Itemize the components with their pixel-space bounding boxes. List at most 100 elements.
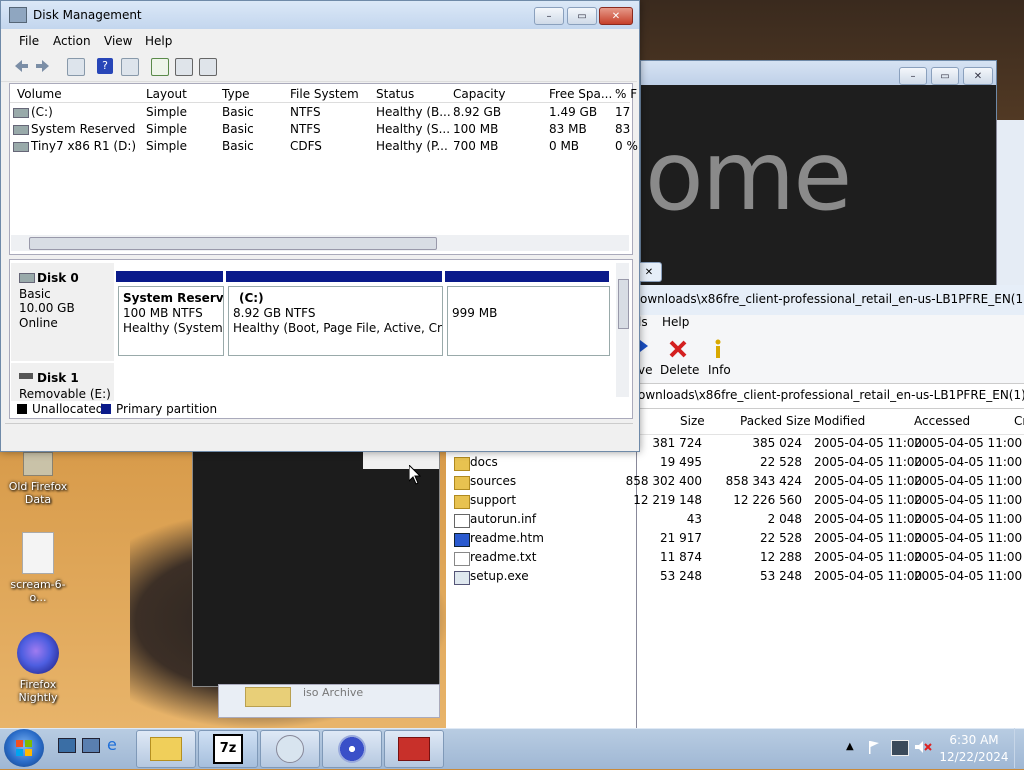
- col-size[interactable]: Size: [680, 414, 705, 428]
- vertical-scrollbar[interactable]: [616, 263, 629, 397]
- volume-row[interactable]: System Reserved Simple Basic NTFS Healthy (S…: [11, 121, 633, 138]
- partition-unallocated-999[interactable]: 999 MB: [447, 286, 610, 356]
- disk1-info[interactable]: Disk 1 Removable (E:): [11, 363, 114, 401]
- iso-archive-label: iso Archive: [303, 686, 364, 699]
- minimize-button[interactable]: –: [534, 7, 564, 25]
- firefox-nightly-icon: [17, 632, 59, 674]
- taskbar-explorer[interactable]: [136, 730, 196, 768]
- desktop-icon-firefox-nightly[interactable]: Firefox Nightly: [2, 632, 74, 704]
- cell-layout: Simple: [146, 105, 187, 119]
- 7zip-address-bar[interactable]: ownloads\x86fre_client-professional_reta…: [636, 384, 1024, 409]
- show-desktop-button[interactable]: [1014, 728, 1024, 768]
- partition-bar: [445, 271, 609, 282]
- minimize-button[interactable]: –: [899, 67, 927, 85]
- welcome-titlebar[interactable]: – ▭ ✕: [641, 61, 996, 85]
- volume-row[interactable]: (C:) Simple Basic NTFS Healthy (B... 8.92 GB 1…: [11, 104, 633, 121]
- file-row[interactable]: readme.txt 11 874 12 288 2005-04-05 11:00 20…: [446, 548, 1024, 567]
- file-row[interactable]: docs 19 495 22 528 2005-04-05 11:00 2005-04-…: [446, 453, 1024, 472]
- menu-view[interactable]: View: [104, 34, 132, 48]
- col-layout[interactable]: Layout: [146, 87, 187, 101]
- col-modified[interactable]: Modified: [814, 414, 865, 428]
- properties-pane-icon[interactable]: [121, 58, 139, 76]
- cell-layout: Simple: [146, 122, 187, 136]
- col-volume[interactable]: Volume: [17, 87, 62, 101]
- cell-size: 12 219 148: [633, 493, 702, 507]
- action-center-flag-icon[interactable]: [868, 740, 880, 754]
- menu-file[interactable]: File: [19, 34, 39, 48]
- close-button[interactable]: ✕: [599, 7, 633, 25]
- dark-window[interactable]: [192, 450, 440, 687]
- disk-icon: [19, 273, 35, 283]
- volume-row[interactable]: Tiny7 x86 R1 (D:) Simple Basic CDFS Healthy …: [11, 138, 638, 155]
- help-icon[interactable]: ?: [97, 58, 113, 74]
- col-free-space[interactable]: Free Spa...: [549, 87, 612, 101]
- iso-archive-strip[interactable]: iso Archive: [218, 684, 440, 718]
- cell-accessed: 2005-04-05 11:00: [914, 493, 1023, 507]
- desktop-icon-scream[interactable]: scream-6-o...: [2, 532, 74, 604]
- info-icon[interactable]: [712, 339, 724, 359]
- col-percent-free[interactable]: % F: [615, 87, 637, 101]
- disk-management-window[interactable]: Disk Management – ▭ ✕ File Action View H…: [0, 0, 640, 452]
- network-icon[interactable]: [891, 740, 909, 756]
- clock-date[interactable]: 12/22/2024: [936, 750, 1012, 764]
- menu-help[interactable]: Help: [662, 315, 689, 329]
- start-button[interactable]: [4, 729, 44, 767]
- taskbar-toolbox[interactable]: [384, 730, 444, 768]
- col-accessed[interactable]: Accessed: [914, 414, 970, 428]
- folder-icon: [454, 495, 470, 509]
- cell-accessed: 2005-04-05 11:00: [914, 512, 1023, 526]
- partition-system-reserved[interactable]: System Reserved 100 MB NTFS Healthy (Sys…: [118, 286, 224, 356]
- refresh-icon[interactable]: [151, 58, 169, 76]
- show-hidden-icons[interactable]: ▲: [846, 741, 854, 752]
- back-icon[interactable]: [13, 58, 29, 74]
- cell-pct: 83: [615, 122, 631, 136]
- cell-status: Healthy (B...: [376, 105, 451, 119]
- taskbar-media[interactable]: [322, 730, 382, 768]
- maximize-button[interactable]: ▭: [567, 7, 597, 25]
- col-packed-size[interactable]: Packed Size: [740, 414, 811, 428]
- close-button[interactable]: ✕: [963, 67, 993, 85]
- delete-icon[interactable]: [668, 339, 688, 359]
- internet-explorer-icon[interactable]: e: [106, 735, 122, 754]
- cell-size: 858 302 400: [625, 474, 702, 488]
- col-capacity[interactable]: Capacity: [453, 87, 505, 101]
- properties-icon[interactable]: [175, 58, 193, 76]
- menu-action[interactable]: Action: [53, 34, 91, 48]
- col-file-system[interactable]: File System: [290, 87, 359, 101]
- edge-window[interactable]: [996, 120, 1024, 290]
- show-desktop-icon[interactable]: [58, 738, 76, 753]
- maximize-button[interactable]: ▭: [931, 67, 959, 85]
- desktop-icon-old-firefox-data[interactable]: Old Firefox Data: [2, 452, 74, 506]
- cell-accessed: 2005-04-05 11:00: [914, 531, 1023, 545]
- cell-name: readme.htm: [470, 531, 544, 545]
- forward-icon[interactable]: [35, 58, 51, 74]
- scrollbar-thumb[interactable]: [618, 279, 629, 329]
- partition-c[interactable]: (C:) 8.92 GB NTFS Healthy (Boot, Page Fi…: [228, 286, 443, 356]
- scrollbar-thumb[interactable]: [29, 237, 437, 250]
- disk-management-titlebar[interactable]: Disk Management – ▭ ✕: [1, 1, 639, 29]
- delete-button[interactable]: Delete: [660, 363, 699, 377]
- settings-icon[interactable]: [199, 58, 217, 76]
- taskbar-disk-cleanup[interactable]: [260, 730, 320, 768]
- file-row[interactable]: autorun.inf 43 2 048 2005-04-05 11:00 2005-0…: [446, 510, 1024, 529]
- col-type[interactable]: Type: [222, 87, 250, 101]
- disk0-info[interactable]: Disk 0 Basic 10.00 GB Online: [11, 263, 114, 361]
- file-row[interactable]: sources 858 302 400 858 343 424 2005-04-05 …: [446, 472, 1024, 491]
- horizontal-scrollbar[interactable]: [11, 235, 629, 251]
- drive-icon: [13, 108, 29, 118]
- cell-pct: 0 %: [615, 139, 638, 153]
- info-button[interactable]: Info: [708, 363, 731, 377]
- col-status[interactable]: Status: [376, 87, 414, 101]
- file-row[interactable]: setup.exe 53 248 53 248 2005-04-05 11:00 200…: [446, 567, 1024, 586]
- menu-help[interactable]: Help: [145, 34, 172, 48]
- volume-muted-icon[interactable]: [914, 740, 932, 754]
- file-row[interactable]: support 12 219 148 12 226 560 2005-04-05 11…: [446, 491, 1024, 510]
- drive-icon: [13, 125, 29, 135]
- file-row[interactable]: readme.htm 21 917 22 528 2005-04-05 11:00 20…: [446, 529, 1024, 548]
- taskbar-7zip[interactable]: 7z: [198, 730, 258, 768]
- cell-free: 83 MB: [549, 122, 587, 136]
- switch-windows-icon[interactable]: [82, 738, 100, 753]
- clock-time[interactable]: 6:30 AM: [944, 733, 1004, 747]
- col-created[interactable]: Cr: [1014, 414, 1024, 428]
- show-hide-console-icon[interactable]: [67, 58, 85, 76]
